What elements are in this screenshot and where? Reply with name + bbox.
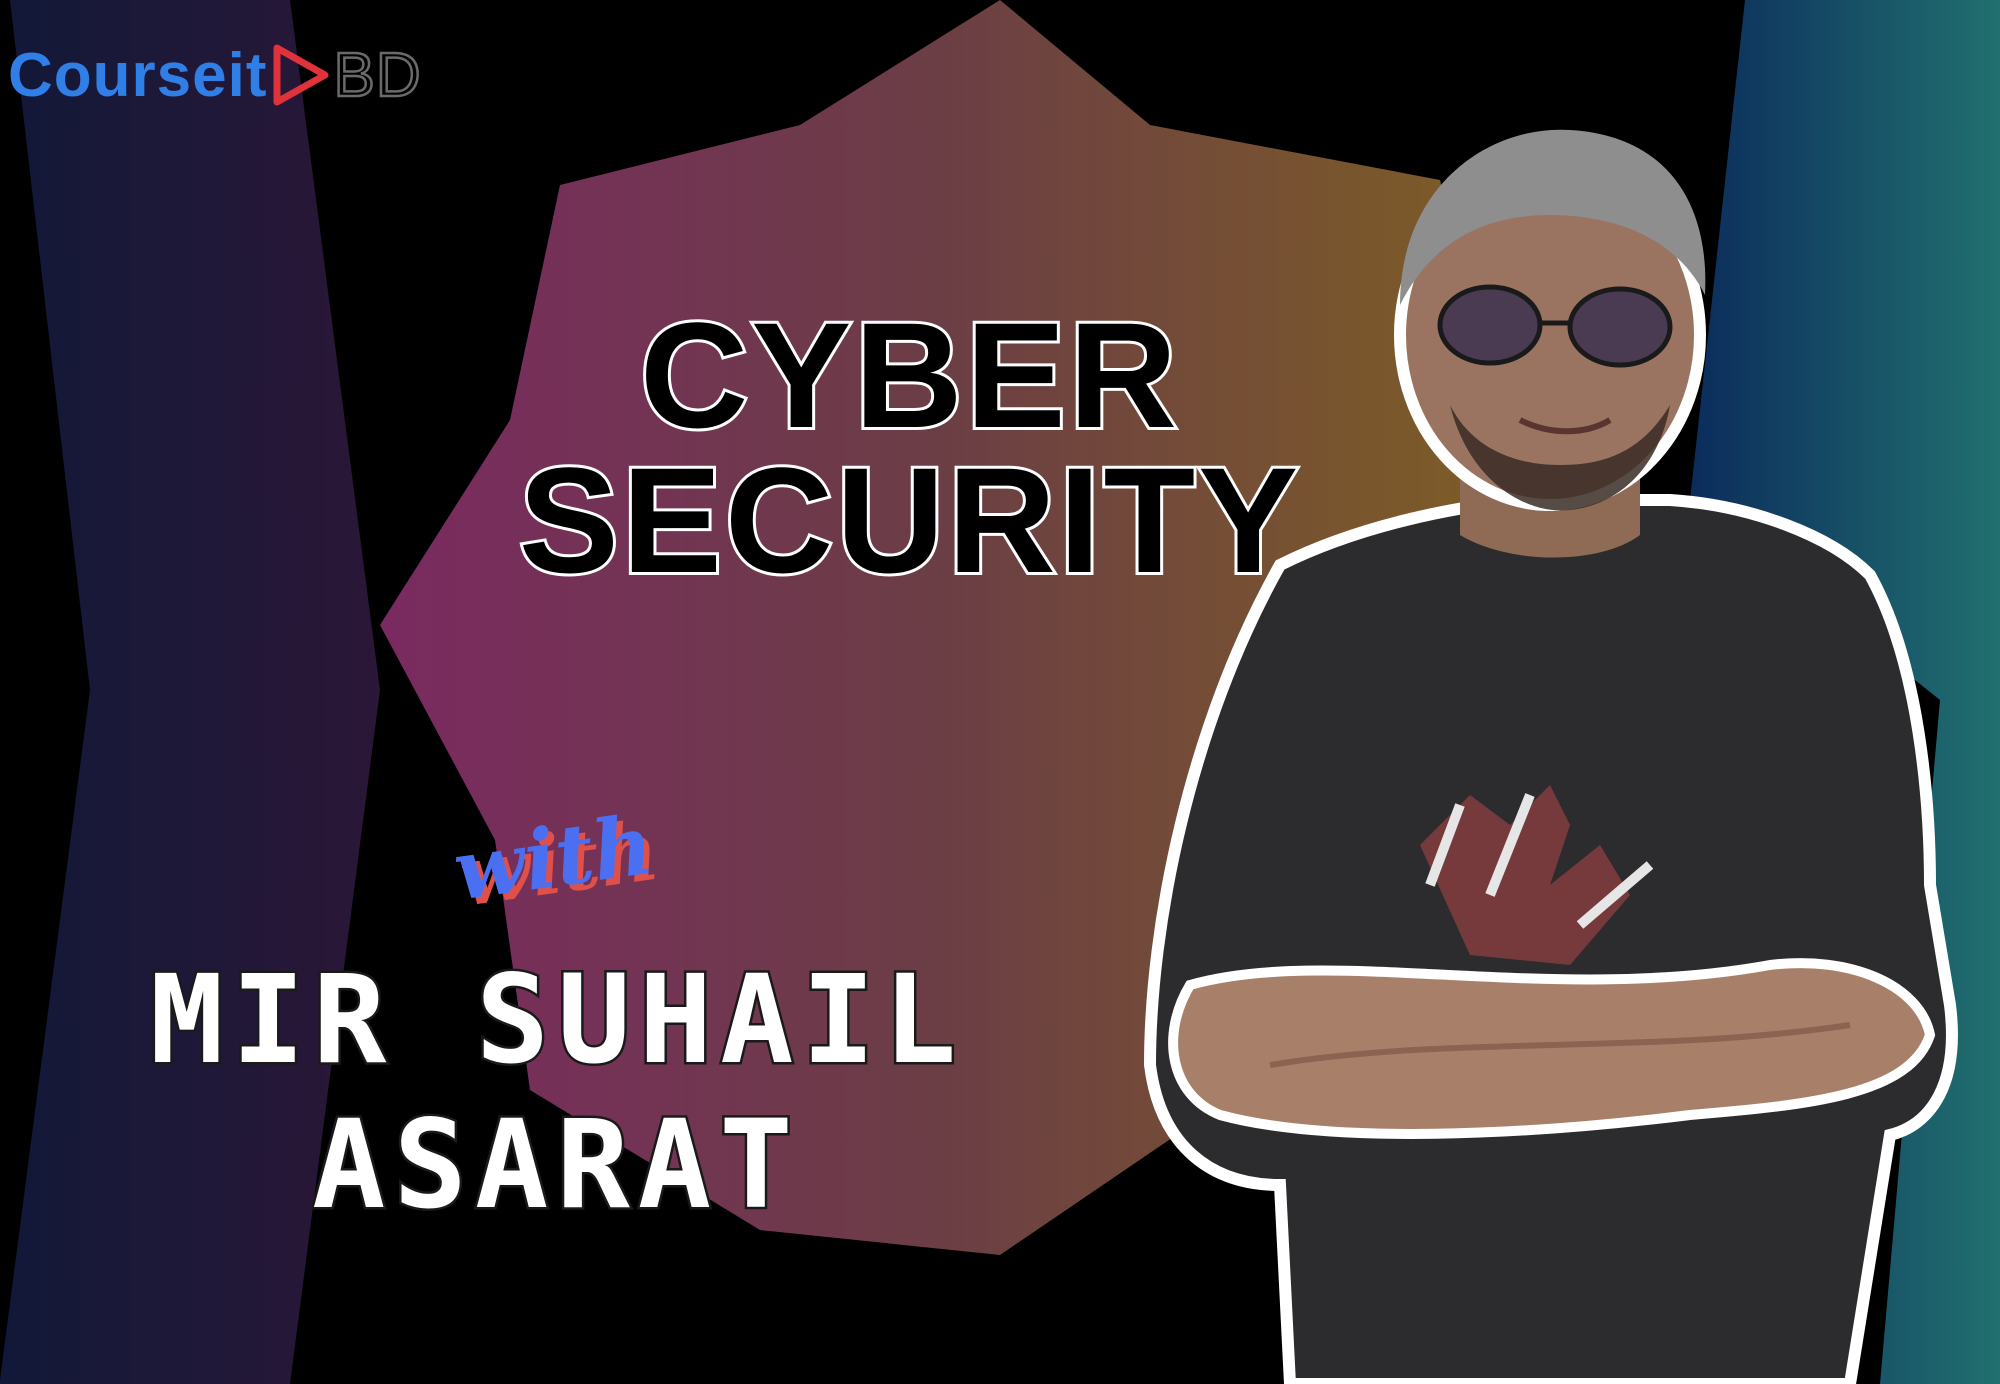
thumbnail-canvas: Courseit BD CYBER SECURITY with with MIR…: [0, 0, 2000, 1384]
courseitbd-logo[interactable]: Courseit BD: [8, 30, 422, 120]
logo-suffix-text: BD: [332, 39, 422, 111]
with-script-label: with with: [448, 800, 660, 910]
presenter-name-line-2: ASARAT: [310, 1094, 801, 1236]
with-text: with: [448, 800, 659, 910]
play-triangle-icon: [273, 44, 329, 106]
logo-text: Courseit: [8, 40, 268, 110]
presenter-name-line-1: MIR SUHAIL: [148, 949, 965, 1091]
presenter-photo: [1143, 129, 1958, 1384]
